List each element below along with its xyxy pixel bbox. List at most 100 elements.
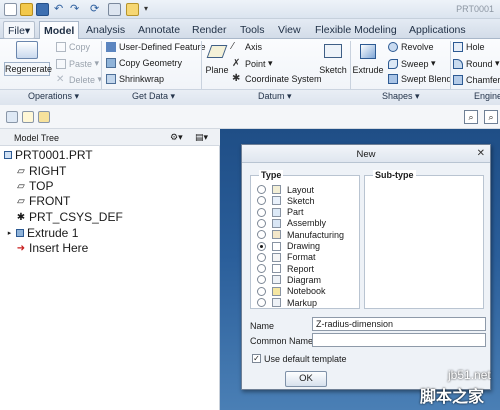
open-icon[interactable] xyxy=(20,3,33,16)
delete-button[interactable]: ✕ Delete ▾ xyxy=(56,74,102,85)
group-label-operations[interactable]: Operations ▾ xyxy=(28,91,79,102)
radio-button[interactable] xyxy=(257,218,266,228)
diagram-type-icon xyxy=(272,275,281,285)
tab-analysis[interactable]: Analysis xyxy=(82,21,129,39)
axis-button[interactable]: ⁄ Axis xyxy=(232,42,262,53)
copy-button[interactable]: Copy xyxy=(56,42,90,52)
radio-button[interactable] xyxy=(257,275,266,285)
radio-button[interactable] xyxy=(257,241,266,251)
radio-button[interactable] xyxy=(257,207,266,217)
windows-icon[interactable] xyxy=(108,3,121,16)
group-label-engineering[interactable]: Engine xyxy=(474,91,500,101)
ok-button[interactable]: OK xyxy=(285,371,327,387)
type-option-layout[interactable]: Layout xyxy=(257,184,314,195)
layout-type-icon xyxy=(272,185,281,194)
hole-button[interactable]: Hole xyxy=(453,42,485,52)
regenerate-button[interactable]: Regenerate xyxy=(4,41,52,76)
datum-plane-icon: ▱ xyxy=(17,195,25,207)
type-option-notebook[interactable]: Notebook xyxy=(257,286,326,297)
tree-item-insert-here[interactable]: ➜ Insert Here xyxy=(16,241,89,255)
shrinkwrap-button[interactable]: Shrinkwrap xyxy=(106,74,164,84)
group-label-datum[interactable]: Datum ▾ xyxy=(258,91,292,102)
paste-button[interactable]: Paste ▾ xyxy=(56,58,99,69)
tab-file[interactable]: File▾ xyxy=(3,21,36,39)
common-name-input[interactable] xyxy=(312,333,486,347)
sketch-button[interactable]: Sketch xyxy=(318,43,348,75)
point-button[interactable]: ✗ Point ▾ xyxy=(232,58,273,69)
user-defined-feature-button[interactable]: User-Defined Feature xyxy=(106,42,206,52)
group-label-shapes[interactable]: Shapes ▾ xyxy=(382,91,420,102)
tab-tools[interactable]: Tools xyxy=(236,21,269,39)
copy-icon xyxy=(56,42,66,52)
radio-button[interactable] xyxy=(257,185,266,194)
favorites-icon[interactable] xyxy=(38,111,50,123)
revolve-button[interactable]: Revolve xyxy=(388,42,434,52)
close-icon[interactable]: ✕ xyxy=(477,148,485,159)
tab-applications[interactable]: Applications xyxy=(405,21,470,39)
part-icon xyxy=(4,151,12,159)
watermark-name: 脚本之家 xyxy=(420,389,485,406)
expand-arrow-icon[interactable]: ▸ xyxy=(6,229,13,237)
undo-icon[interactable]: ↶ xyxy=(54,3,67,16)
type-option-assembly[interactable]: Assembly xyxy=(257,218,326,229)
customize-icon[interactable]: ▾ xyxy=(144,3,157,16)
type-option-report[interactable]: Report xyxy=(257,263,314,274)
sketch-type-icon xyxy=(272,196,281,206)
tree-item-top[interactable]: ▱ TOP xyxy=(16,179,53,193)
tree-item-csys[interactable]: ✱ PRT_CSYS_DEF xyxy=(16,210,123,224)
tab-render[interactable]: Render xyxy=(188,21,230,39)
assembly-type-icon xyxy=(272,218,281,228)
type-option-manufacturing[interactable]: Manufacturing xyxy=(257,229,344,240)
tree-item-front[interactable]: ▱ FRONT xyxy=(16,194,70,208)
save-icon[interactable] xyxy=(36,3,49,16)
folder-browser-icon[interactable] xyxy=(22,111,34,123)
tree-item-right[interactable]: ▱ RIGHT xyxy=(16,164,66,178)
tree-show-icon[interactable]: ▤▾ xyxy=(195,132,208,143)
copy-geometry-button[interactable]: Copy Geometry xyxy=(106,58,182,68)
sweep-button[interactable]: Sweep ▾ xyxy=(388,58,436,69)
name-input[interactable]: Z-radius-dimension xyxy=(312,317,486,331)
point-icon: ✗ xyxy=(232,57,241,69)
model-tree-tab-icon[interactable] xyxy=(6,111,18,123)
chamfer-button[interactable]: Chamfer ▾ xyxy=(453,74,500,85)
type-option-part[interactable]: Part xyxy=(257,207,304,218)
type-option-format[interactable]: Format xyxy=(257,252,316,263)
type-option-markup[interactable]: Markup xyxy=(257,297,317,308)
extrude-button[interactable]: Extrude xyxy=(352,43,384,75)
close-icon[interactable] xyxy=(126,3,139,16)
round-button[interactable]: Round ▾ xyxy=(453,58,500,69)
tree-settings-icon[interactable]: ⚙▾ xyxy=(170,132,183,143)
tree-item-part[interactable]: PRT0001.PRT xyxy=(4,148,93,162)
coordinate-system-button[interactable]: ✱ Coordinate System xyxy=(232,73,322,85)
new-icon[interactable] xyxy=(4,3,17,16)
radio-button[interactable] xyxy=(257,252,266,262)
plane-button[interactable]: Plane xyxy=(204,43,230,75)
coordinate-system-icon: ✱ xyxy=(232,73,241,84)
type-option-label: Manufacturing xyxy=(287,229,345,240)
tab-view[interactable]: View xyxy=(274,21,305,39)
refit-icon[interactable]: ⌕ xyxy=(484,110,498,124)
radio-button[interactable] xyxy=(257,286,266,296)
type-option-drawing[interactable]: Drawing xyxy=(257,241,320,252)
zoom-icon[interactable]: ⌕ xyxy=(464,110,478,124)
radio-button[interactable] xyxy=(257,196,266,206)
copy-geometry-icon xyxy=(106,58,116,68)
tab-model[interactable]: Model xyxy=(39,21,80,39)
radio-button[interactable] xyxy=(257,298,266,307)
redo-icon[interactable]: ↷ xyxy=(70,3,83,16)
extrude-icon xyxy=(360,44,376,59)
tab-annotate[interactable]: Annotate xyxy=(134,21,184,39)
regenerate-icon[interactable]: ⟳ xyxy=(90,3,103,16)
tab-flexible-modeling[interactable]: Flexible Modeling xyxy=(311,21,401,39)
datum-plane-icon: ▱ xyxy=(17,180,25,192)
use-default-template-checkbox[interactable]: ✓ xyxy=(252,354,261,363)
use-default-template-label: Use default template xyxy=(264,354,347,364)
type-option-sketch[interactable]: Sketch xyxy=(257,195,315,206)
type-option-diagram[interactable]: Diagram xyxy=(257,274,321,285)
radio-button[interactable] xyxy=(257,230,266,240)
swept-blend-button[interactable]: Swept Blend xyxy=(388,74,452,84)
tree-item-extrude[interactable]: ▸ Extrude 1 xyxy=(6,226,79,240)
group-label-get-data[interactable]: Get Data ▾ xyxy=(132,91,175,102)
graphics-toolbar: ⌕ ⌕ xyxy=(220,105,500,129)
radio-button[interactable] xyxy=(257,264,266,274)
